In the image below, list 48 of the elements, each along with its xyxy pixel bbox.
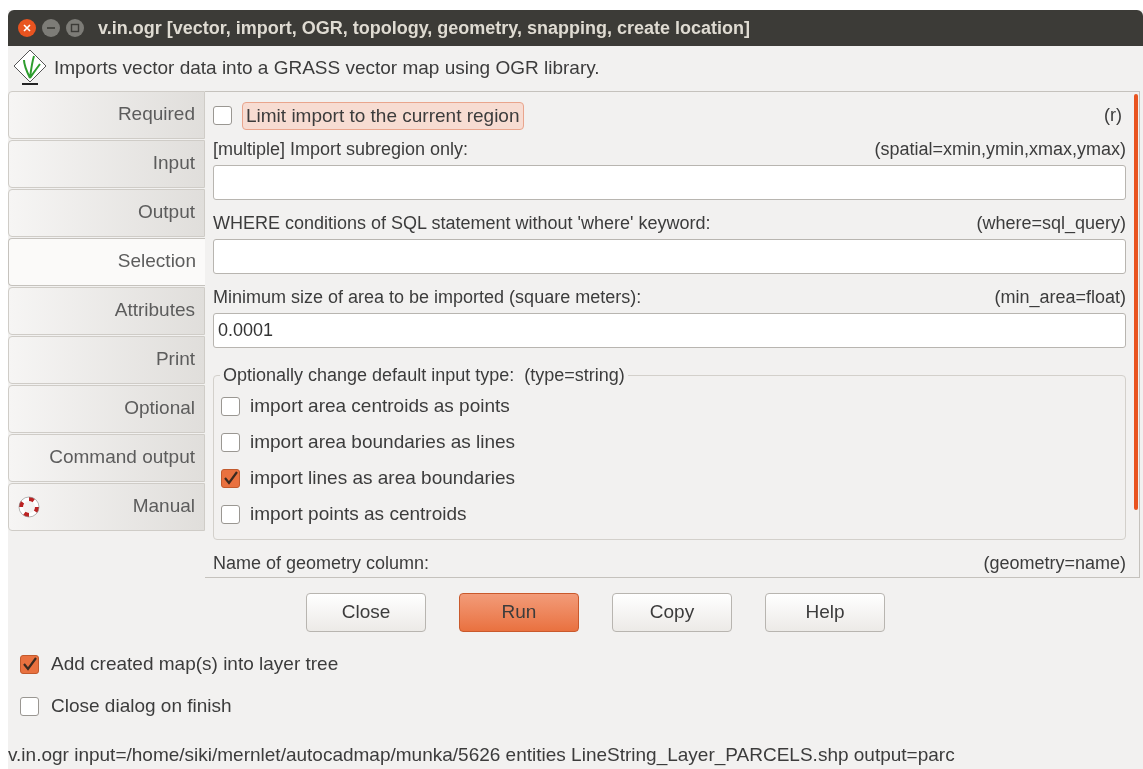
input-field[interactable] <box>213 239 1126 274</box>
param-text: (min_area=float) <box>994 285 1126 310</box>
checkbox[interactable] <box>20 655 39 674</box>
button[interactable]: Help <box>765 592 885 632</box>
tab[interactable]: Output <box>8 188 205 237</box>
tab[interactable]: Required <box>8 90 205 139</box>
tab[interactable]: Command output <box>8 433 205 482</box>
field-label: Name of geometry column: <box>213 551 430 575</box>
checkbox[interactable] <box>20 697 39 716</box>
flag-text: (r) <box>1104 104 1122 128</box>
close-icon[interactable] <box>18 19 36 37</box>
group-legend: Optionally change default input type: (type=string) <box>220 361 628 389</box>
tab[interactable]: Attributes <box>8 286 205 335</box>
tab[interactable]: Print <box>8 335 205 384</box>
tab[interactable]: Manual <box>8 482 205 531</box>
checkbox[interactable] <box>221 469 240 489</box>
button[interactable]: Close <box>306 592 426 632</box>
input-field[interactable]: 0.0001 <box>213 312 1126 348</box>
checkbox[interactable] <box>213 106 232 126</box>
button[interactable]: Copy <box>612 592 732 632</box>
checkbox-label[interactable]: import area boundaries as lines <box>250 428 516 457</box>
field-label: Minimum size of area to be imported (square meters): <box>213 285 642 309</box>
command-line-text: v.in.ogr input=/home/siki/mernlet/autocadmap/munka/5626 entities LineString_Layer_PARCELS.shp output=parc <box>8 742 956 768</box>
tab[interactable]: Input <box>8 139 205 188</box>
window-title: v.in.ogr [vector, import, OGR, topology, geometry, snapping, create location] <box>98 16 751 40</box>
checkbox-label[interactable]: Add created map(s) into layer tree <box>51 650 339 679</box>
maximize-icon[interactable] <box>66 19 84 37</box>
input-field[interactable] <box>213 165 1126 201</box>
param-text: (where=sql_query) <box>976 212 1126 236</box>
scrollbar[interactable] <box>1134 93 1138 510</box>
checkbox[interactable] <box>221 397 240 417</box>
param-text: (spatial=xmin,ymin,xmax,ymax) <box>874 138 1126 162</box>
checkbox-label[interactable]: import lines as area boundaries <box>250 464 516 493</box>
checkbox-label[interactable]: Limit import to the current region <box>242 101 524 130</box>
tab[interactable]: Optional <box>8 384 205 433</box>
description-text: Imports vector data into a GRASS vector map using OGR library. <box>54 56 600 80</box>
field-label: WHERE conditions of SQL statement without 'where' keyword: <box>213 212 711 236</box>
lifebuoy-icon <box>18 495 40 518</box>
minimize-icon[interactable] <box>42 19 60 37</box>
checkbox[interactable] <box>221 433 240 453</box>
checkbox[interactable] <box>221 505 240 525</box>
checkbox-label[interactable]: Close dialog on finish <box>51 692 232 721</box>
button[interactable]: Run <box>459 592 579 632</box>
param-text: (geometry=name) <box>983 551 1126 575</box>
checkbox-label[interactable]: import area centroids as points <box>250 392 510 421</box>
checkbox-label[interactable]: import points as centroids <box>250 500 467 529</box>
field-label: [multiple] Import subregion only: <box>213 138 469 162</box>
tab[interactable]: Selection <box>8 237 205 286</box>
